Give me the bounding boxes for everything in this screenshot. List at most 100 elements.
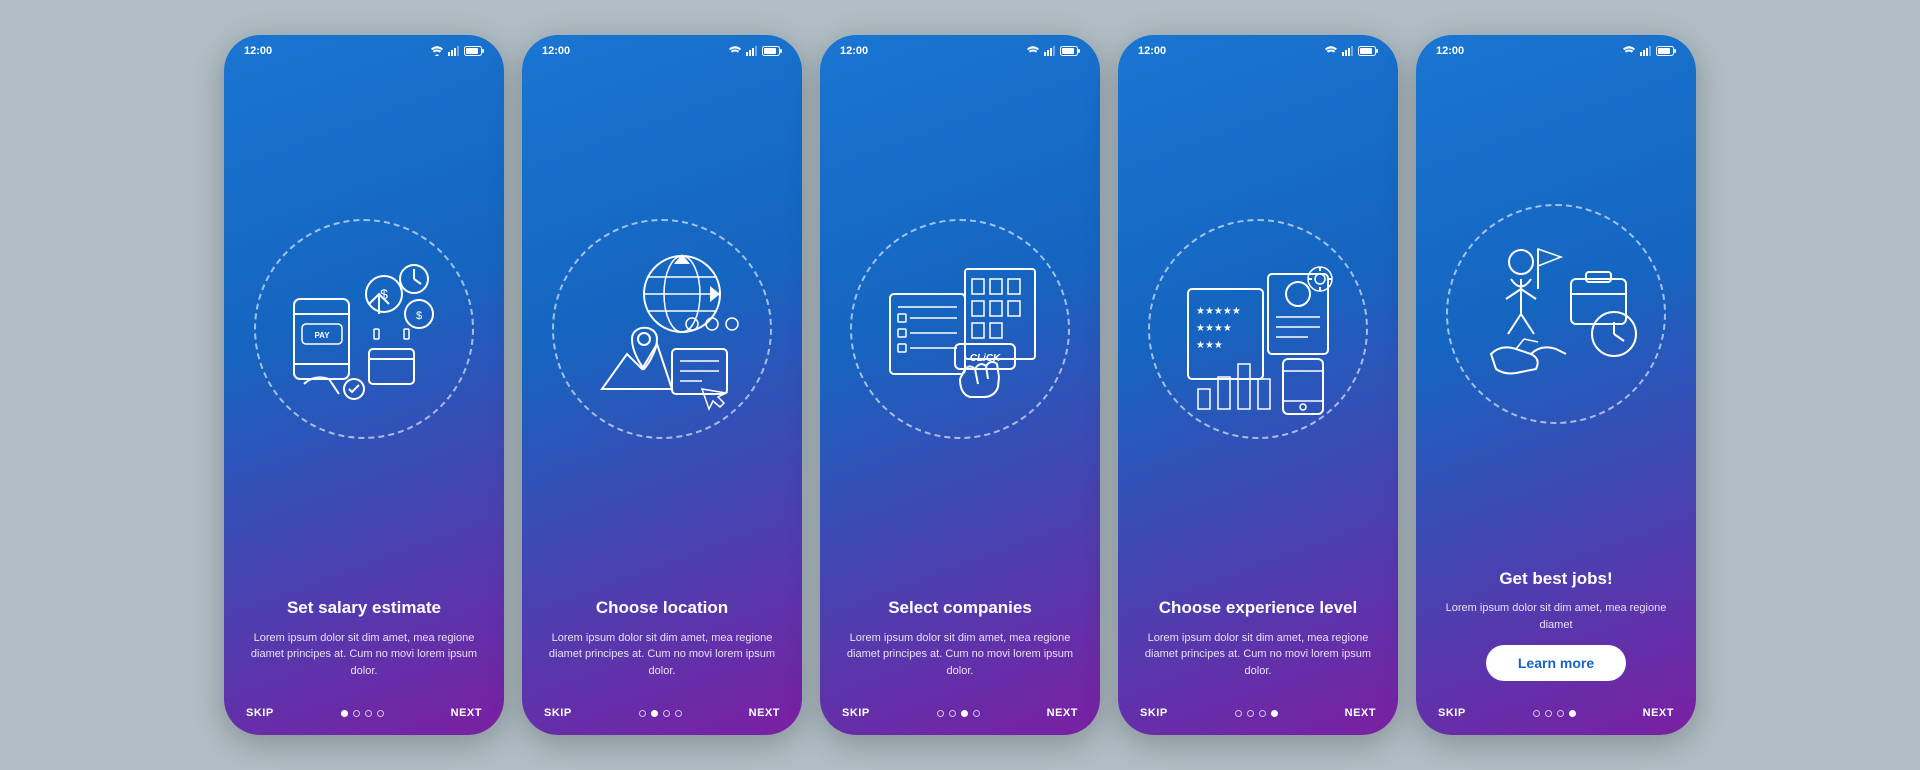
next-btn-2[interactable]: NEXT	[749, 707, 780, 719]
jobs-icon	[1466, 224, 1646, 404]
experience-icon: ★★★★★ ★★★★ ★★★	[1168, 239, 1348, 419]
battery-icon-4	[1358, 46, 1378, 56]
dot-3-3	[973, 710, 980, 717]
skip-btn-1[interactable]: SKIP	[246, 707, 274, 719]
text-area-2: Choose location Lorem ipsum dolor sit di…	[522, 597, 802, 699]
battery-icon-3	[1060, 46, 1080, 56]
bottom-nav-2: SKIP NEXT	[522, 699, 802, 735]
dot-5-3	[1569, 710, 1576, 717]
skip-btn-2[interactable]: SKIP	[544, 707, 572, 719]
desc-2: Lorem ipsum dolor sit dim amet, mea regi…	[546, 630, 778, 680]
signal-icon-2	[746, 46, 758, 56]
desc-4: Lorem ipsum dolor sit dim amet, mea regi…	[1142, 630, 1374, 680]
dot-5-1	[1545, 710, 1552, 717]
desc-1: Lorem ipsum dolor sit dim amet, mea regi…	[248, 630, 480, 680]
status-bar-4: 12:00	[1118, 35, 1398, 61]
dot-1-2	[365, 710, 372, 717]
time-5: 12:00	[1436, 45, 1464, 57]
dot-1-3	[377, 710, 384, 717]
svg-text:★★★★: ★★★★	[1196, 323, 1232, 334]
dot-2-3	[675, 710, 682, 717]
time-4: 12:00	[1138, 45, 1166, 57]
phone-5: 12:00	[1416, 35, 1696, 735]
wifi-icon-2	[728, 46, 742, 56]
status-icons-5	[1622, 46, 1676, 56]
wifi-icon-5	[1622, 46, 1636, 56]
phone-1: 12:00 PAY $	[224, 35, 504, 735]
dots-3	[937, 710, 980, 717]
status-bar-5: 12:00	[1416, 35, 1696, 61]
bottom-nav-5: SKIP NEXT	[1416, 699, 1696, 735]
dot-4-3	[1271, 710, 1278, 717]
skip-btn-3[interactable]: SKIP	[842, 707, 870, 719]
dashed-circle-1: PAY $ $	[254, 219, 474, 439]
battery-icon	[464, 46, 484, 56]
dots-1	[341, 710, 384, 717]
bottom-nav-4: SKIP NEXT	[1118, 699, 1398, 735]
dot-4-1	[1247, 710, 1254, 717]
dot-5-2	[1557, 710, 1564, 717]
dots-4	[1235, 710, 1278, 717]
phone-3: 12:00	[820, 35, 1100, 735]
status-bar-1: 12:00	[224, 35, 504, 61]
icon-area-5	[1416, 61, 1696, 568]
wifi-icon	[430, 46, 444, 56]
icon-area-3: CLiCK	[820, 61, 1100, 597]
icon-area-4: ★★★★★ ★★★★ ★★★	[1118, 61, 1398, 597]
title-5: Get best jobs!	[1440, 568, 1672, 590]
next-btn-1[interactable]: NEXT	[451, 707, 482, 719]
desc-5: Lorem ipsum dolor sit dim amet, mea regi…	[1440, 600, 1672, 633]
phone-2: 12:00	[522, 35, 802, 735]
icon-area-2	[522, 61, 802, 597]
signal-icon-4	[1342, 46, 1354, 56]
time-1: 12:00	[244, 45, 272, 57]
status-icons-1	[430, 46, 484, 56]
salary-icon: PAY $ $	[274, 239, 454, 419]
location-icon	[572, 239, 752, 419]
bottom-nav-3: SKIP NEXT	[820, 699, 1100, 735]
svg-text:★★★: ★★★	[1196, 340, 1223, 351]
time-2: 12:00	[542, 45, 570, 57]
svg-text:$: $	[416, 310, 422, 322]
dashed-circle-2	[552, 219, 772, 439]
dashed-circle-4: ★★★★★ ★★★★ ★★★	[1148, 219, 1368, 439]
status-bar-3: 12:00	[820, 35, 1100, 61]
status-icons-3	[1026, 46, 1080, 56]
desc-3: Lorem ipsum dolor sit dim amet, mea regi…	[844, 630, 1076, 680]
dot-1-0	[341, 710, 348, 717]
signal-icon	[448, 46, 460, 56]
next-btn-3[interactable]: NEXT	[1047, 707, 1078, 719]
dot-2-1	[651, 710, 658, 717]
dot-1-1	[353, 710, 360, 717]
signal-icon-3	[1044, 46, 1056, 56]
dot-3-1	[949, 710, 956, 717]
text-area-4: Choose experience level Lorem ipsum dolo…	[1118, 597, 1398, 699]
dashed-circle-5	[1446, 204, 1666, 424]
text-area-1: Set salary estimate Lorem ipsum dolor si…	[224, 597, 504, 699]
dot-4-0	[1235, 710, 1242, 717]
dot-2-2	[663, 710, 670, 717]
signal-icon-5	[1640, 46, 1652, 56]
status-bar-2: 12:00	[522, 35, 802, 61]
status-icons-4	[1324, 46, 1378, 56]
skip-btn-4[interactable]: SKIP	[1140, 707, 1168, 719]
title-1: Set salary estimate	[248, 597, 480, 619]
learn-more-button[interactable]: Learn more	[1486, 645, 1626, 681]
title-4: Choose experience level	[1142, 597, 1374, 619]
dots-5	[1533, 710, 1576, 717]
time-3: 12:00	[840, 45, 868, 57]
next-btn-5[interactable]: NEXT	[1643, 707, 1674, 719]
text-area-3: Select companies Lorem ipsum dolor sit d…	[820, 597, 1100, 699]
skip-btn-5[interactable]: SKIP	[1438, 707, 1466, 719]
dot-4-2	[1259, 710, 1266, 717]
next-btn-4[interactable]: NEXT	[1345, 707, 1376, 719]
companies-icon: CLiCK	[870, 239, 1050, 419]
dot-5-0	[1533, 710, 1540, 717]
dots-2	[639, 710, 682, 717]
svg-text:PAY: PAY	[314, 331, 330, 340]
title-2: Choose location	[546, 597, 778, 619]
svg-text:★★★★★: ★★★★★	[1196, 306, 1241, 317]
dot-2-0	[639, 710, 646, 717]
battery-icon-5	[1656, 46, 1676, 56]
dashed-circle-3: CLiCK	[850, 219, 1070, 439]
